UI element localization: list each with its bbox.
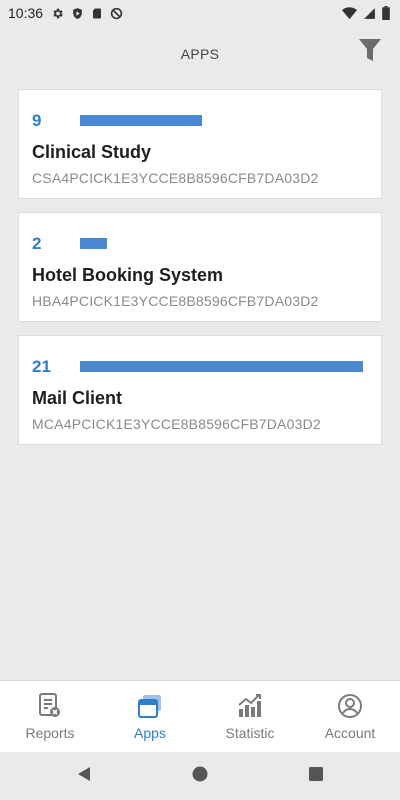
app-card[interactable]: 21 Mail Client MCA4PCICK1E3YCCE8B8596CFB…: [18, 335, 382, 445]
nav-label-reports: Reports: [25, 725, 75, 741]
recents-square-icon: [309, 766, 323, 786]
report-count: 9: [32, 111, 42, 130]
gear-icon: [51, 7, 64, 20]
count-bar-fill: [80, 238, 107, 249]
app-card[interactable]: 2 Hotel Booking System HBA4PCICK1E3YCCE8…: [18, 212, 382, 322]
system-nav-bar: [0, 752, 400, 800]
count-row: 2: [32, 233, 363, 255]
back-button[interactable]: [26, 766, 142, 787]
count-bar-fill: [80, 361, 363, 372]
apps-icon: [138, 693, 162, 719]
count-row: 9: [32, 110, 363, 132]
app-id: CSA4PCICK1E3YCCE8B8596CFB7DA03D2: [32, 170, 319, 186]
nav-label-apps: Apps: [134, 725, 166, 741]
back-triangle-icon: [76, 766, 92, 787]
nav-label-account: Account: [324, 725, 376, 741]
app-card[interactable]: 9 Clinical Study CSA4PCICK1E3YCCE8B8596C…: [18, 89, 382, 199]
recents-button[interactable]: [258, 766, 374, 786]
page-title: APPS: [180, 46, 220, 62]
report-icon: [38, 693, 62, 719]
nav-label-statistic: Statistic: [225, 725, 275, 741]
count-bar: [80, 115, 363, 126]
nav-item-account[interactable]: Account: [300, 681, 400, 752]
app-id: MCA4PCICK1E3YCCE8B8596CFB7DA03D2: [32, 416, 321, 432]
sd-card-icon: [91, 7, 103, 20]
signal-icon: [363, 7, 376, 20]
home-circle-icon: [192, 766, 208, 787]
count-row: 21: [32, 356, 363, 378]
app-bar: APPS: [0, 26, 400, 82]
filter-icon: [359, 38, 381, 68]
app-name: Clinical Study: [32, 142, 152, 162]
app-id: HBA4PCICK1E3YCCE8B8596CFB7DA03D2: [32, 293, 319, 309]
status-time: 10:36: [8, 5, 44, 21]
account-icon: [338, 693, 362, 719]
nav-item-apps[interactable]: Apps: [100, 681, 200, 752]
count-bar: [80, 361, 363, 372]
app-name: Hotel Booking System: [32, 265, 224, 285]
filter-button[interactable]: [358, 38, 382, 68]
app-name: Mail Client: [32, 388, 123, 408]
nav-item-reports[interactable]: Reports: [0, 681, 100, 752]
no-sync-icon: [110, 7, 123, 20]
bottom-nav: Reports Apps Statistic Account: [0, 680, 400, 752]
shield-play-icon: [71, 7, 84, 20]
count-bar-fill: [80, 115, 202, 126]
app-list: 9 Clinical Study CSA4PCICK1E3YCCE8B8596C…: [18, 89, 382, 458]
battery-icon: [382, 6, 390, 20]
count-bar: [80, 238, 363, 249]
report-count: 21: [32, 357, 51, 376]
status-bar: 10:36: [0, 0, 400, 26]
nav-item-statistic[interactable]: Statistic: [200, 681, 300, 752]
wifi-icon: [342, 6, 357, 20]
statistic-icon: [237, 693, 263, 719]
home-button[interactable]: [142, 766, 258, 787]
report-count: 2: [32, 234, 42, 253]
